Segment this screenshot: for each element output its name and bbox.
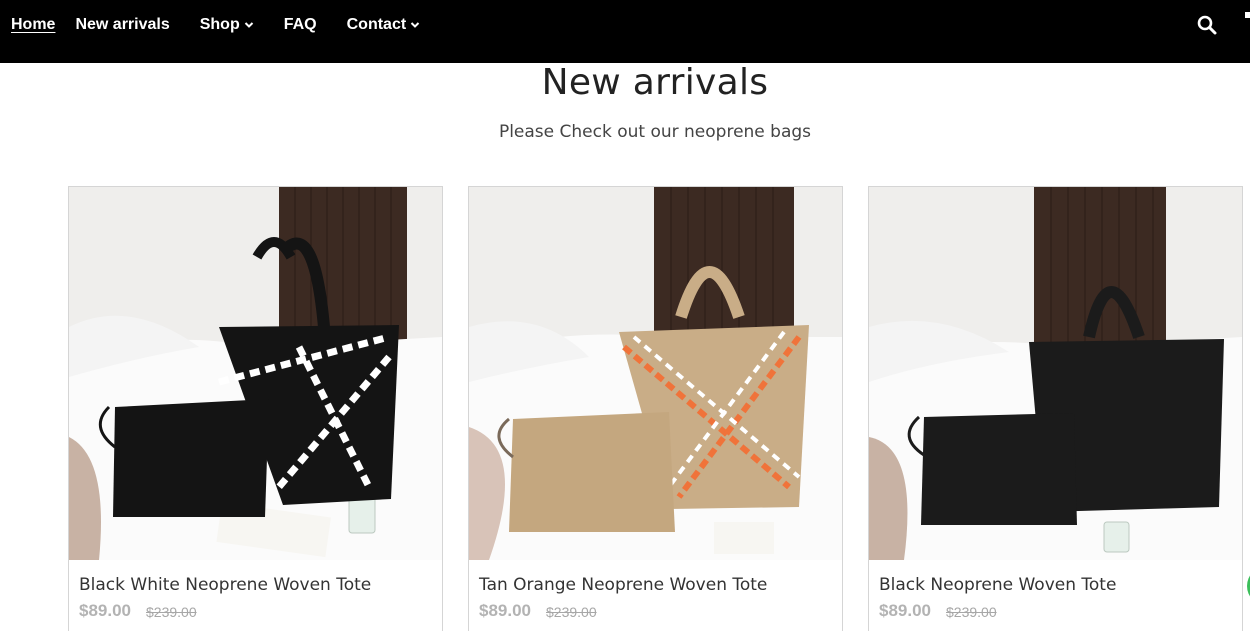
nav-item-contact[interactable]: Contact [347, 16, 421, 34]
product-old-price: $239.00 [146, 604, 197, 620]
product-card[interactable]: Tan Orange Neoprene Woven Tote $89.00 $2… [468, 186, 843, 631]
chevron-down-icon [244, 22, 253, 28]
nav-item-label: FAQ [283, 16, 317, 33]
product-image[interactable] [469, 187, 842, 560]
top-navigation-bar: Home New arrivals Shop FAQ Contact [0, 0, 1250, 63]
product-image[interactable] [69, 187, 442, 560]
product-card[interactable]: Black White Neoprene Woven Tote $89.00 $… [68, 186, 443, 631]
product-price: $89.00 [479, 601, 531, 620]
product-title[interactable]: Tan Orange Neoprene Woven Tote [479, 575, 767, 595]
product-price: $89.00 [879, 601, 931, 620]
product-price: $89.00 [79, 601, 131, 620]
product-old-price: $239.00 [546, 604, 597, 620]
chevron-down-icon [410, 22, 420, 28]
nav-item-faq[interactable]: FAQ [284, 16, 317, 34]
nav-item-new-arrivals[interactable]: New arrivals [75, 16, 169, 34]
product-old-price: $239.00 [946, 604, 997, 620]
section-subtitle: Please Check out our neoprene bags [498, 122, 812, 142]
cart-icon[interactable] [1245, 12, 1250, 18]
product-image[interactable] [869, 187, 1242, 560]
nav-item-label: New arrivals [75, 16, 170, 33]
nav-item-shop[interactable]: Shop [200, 16, 254, 34]
product-card[interactable]: Black Neoprene Woven Tote $89.00 $239.00 [868, 186, 1243, 631]
product-title[interactable]: Black White Neoprene Woven Tote [79, 575, 371, 595]
nav-item-home[interactable]: Home [11, 16, 55, 34]
nav-item-label: Contact [346, 16, 407, 33]
main-nav: Home New arrivals Shop FAQ Contact [11, 0, 450, 50]
section-title: New arrivals [541, 62, 769, 103]
nav-item-label: Home [11, 16, 56, 33]
product-title[interactable]: Black Neoprene Woven Tote [879, 575, 1116, 595]
search-icon[interactable] [1196, 14, 1218, 36]
nav-item-label: Shop [199, 16, 240, 33]
